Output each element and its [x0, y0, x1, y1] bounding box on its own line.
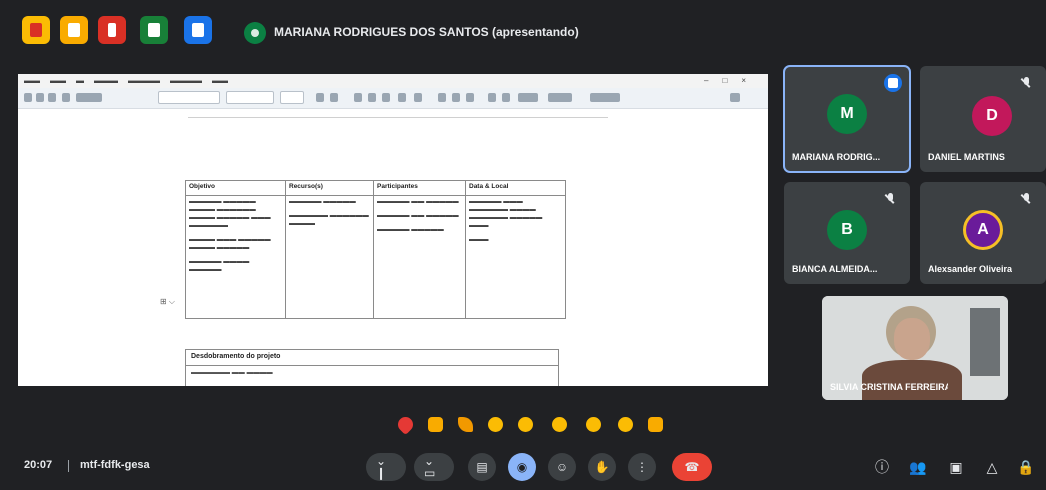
table-cell[interactable]: ▬▬▬▬▬ ▬▬ ▬▬▬▬▬ ▬▬▬▬▬ ▬▬ ▬▬▬▬▬ ▬▬▬▬▬ ▬▬▬▬▬ [373, 195, 466, 319]
thumbs-down-reaction-icon[interactable] [648, 417, 663, 432]
document-table: Objetivo Recurso(s) Participantes Data &… [185, 180, 566, 319]
raise-hand-button[interactable]: ✋ [588, 453, 616, 481]
avatar: A [963, 210, 1003, 250]
participant-name: BIANCA ALMEIDA... [792, 264, 878, 274]
participant-tile[interactable]: M MARIANA RODRIG... [783, 65, 911, 173]
participant-tile[interactable]: D DANIEL MARTINS [920, 66, 1046, 172]
divider [68, 460, 69, 472]
slides-app-icon[interactable] [60, 16, 88, 44]
emoji-icon: ☺ [555, 460, 569, 474]
document-section: Desdobramento do projeto ▬▬▬▬▬▬ ▬▬ ▬▬▬▬ [185, 349, 559, 386]
mic-icon: ⌄ ❙ [376, 454, 387, 480]
thumbs-up-reaction-icon[interactable] [428, 417, 443, 432]
participant-tile[interactable]: B BIANCA ALMEIDA... [784, 182, 910, 284]
participant-name: MARIANA RODRIG... [792, 152, 881, 162]
table-header-row: Objetivo Recurso(s) Participantes Data &… [185, 180, 566, 196]
table-header-cell: Participantes [373, 180, 466, 196]
captions-icon: ▤ [476, 460, 488, 474]
participant-tile[interactable]: A Alexsander Oliveira [920, 182, 1046, 284]
table-cell[interactable]: ▬▬▬▬▬ ▬▬▬▬▬ ▬▬▬▬ ▬▬▬▬▬▬ ▬▬▬▬ ▬▬▬▬▬ ▬▬▬ ▬… [185, 195, 286, 319]
chat-icon[interactable]: ▣ [946, 457, 966, 477]
activities-icon[interactable]: △ [982, 457, 1002, 477]
surprised-reaction-icon[interactable] [552, 417, 567, 432]
participant-name: SILVIA CRISTINA FERREIRA [830, 382, 948, 392]
table-cell[interactable]: ▬▬▬▬▬ ▬▬▬ ▬▬▬▬▬▬ ▬▬▬▬ ▬▬▬▬▬▬ ▬▬▬▬▬ ▬▬▬ ▬▬… [465, 195, 566, 319]
reactions-bar [0, 412, 1046, 438]
camera-button[interactable]: ⌄ ▭ [414, 453, 454, 481]
more-options-button[interactable]: ⋮ [628, 453, 656, 481]
camera-person-body [862, 360, 962, 400]
participant-name: DANIEL MARTINS [928, 152, 1005, 162]
table-header-cell: Objetivo [185, 180, 286, 196]
camera-icon: ⌄ ▭ [424, 454, 436, 480]
avatar: D [972, 96, 1012, 136]
section-body[interactable]: ▬▬▬▬▬▬ ▬▬ ▬▬▬▬ [186, 366, 558, 379]
laughing-reaction-icon[interactable] [518, 417, 533, 432]
document-toolbar [18, 88, 768, 109]
presenter-title: MARIANA RODRIGUES DOS SANTOS (apresentan… [274, 25, 579, 39]
participant-camera-tile[interactable]: SILVIA CRISTINA FERREIRA [822, 296, 1008, 400]
shared-screen: ▬▬ ▬▬ ▬ ▬▬▬ ▬▬▬▬ ▬▬▬▬ ▬▬ –□× ⊞ ⌵ Objetiv… [18, 74, 768, 386]
heart-reaction-icon[interactable] [394, 413, 417, 436]
docs-app-icon[interactable] [184, 16, 212, 44]
hand-icon: ✋ [594, 460, 610, 474]
thinking-reaction-icon[interactable] [618, 417, 633, 432]
file-manager-app-icon[interactable] [22, 16, 50, 44]
camera-window [970, 308, 1000, 376]
top-bar: MARIANA RODRIGUES DOS SANTOS (apresentan… [0, 0, 1046, 62]
document-menu: ▬▬ ▬▬ ▬ ▬▬▬ ▬▬▬▬ ▬▬▬▬ ▬▬ [24, 76, 228, 85]
presenting-icon [244, 22, 266, 44]
party-popper-reaction-icon[interactable] [458, 417, 473, 432]
present-button[interactable]: ◉ [508, 453, 536, 481]
captions-button[interactable]: ▤ [468, 453, 496, 481]
ruler [188, 111, 608, 118]
speaking-indicator-icon [884, 74, 902, 92]
section-heading: Desdobramento do projeto [186, 350, 558, 366]
sad-reaction-icon[interactable] [586, 417, 601, 432]
mic-muted-icon [1020, 192, 1034, 206]
clap-reaction-icon[interactable] [488, 417, 503, 432]
mic-muted-icon [884, 192, 898, 206]
bottom-bar: 20:07 mtf-fdfk-gesa ⌄ ❙ ⌄ ▭ ▤ ◉ ☺ ✋ ⋮ ☎ … [0, 446, 1046, 490]
participant-name: Alexsander Oliveira [928, 264, 1013, 274]
reactions-button[interactable]: ☺ [548, 453, 576, 481]
hang-up-icon: ☎ [684, 460, 700, 474]
sheets-app-icon[interactable] [140, 16, 168, 44]
table-row: ▬▬▬▬▬ ▬▬▬▬▬ ▬▬▬▬ ▬▬▬▬▬▬ ▬▬▬▬ ▬▬▬▬▬ ▬▬▬ ▬… [185, 195, 566, 319]
table-header-cell: Data & Local [465, 180, 566, 196]
document-window-bar: ▬▬ ▬▬ ▬ ▬▬▬ ▬▬▬▬ ▬▬▬▬ ▬▬ –□× [18, 74, 768, 88]
table-header-cell: Recurso(s) [285, 180, 374, 196]
more-vert-icon: ⋮ [636, 460, 648, 474]
mic-muted-icon [1020, 76, 1034, 90]
avatar: M [827, 94, 867, 134]
present-screen-icon: ◉ [516, 460, 528, 474]
people-icon[interactable]: 👥 [908, 457, 928, 477]
row-handle-icon[interactable]: ⊞ ⌵ [160, 297, 175, 307]
meeting-code: mtf-fdfk-gesa [80, 459, 150, 471]
leave-call-button[interactable]: ☎ [672, 453, 712, 481]
info-icon[interactable]: ⓘ [872, 457, 892, 477]
pdf-app-icon[interactable] [98, 16, 126, 44]
host-controls-icon[interactable]: 🔒 [1016, 457, 1036, 477]
mic-button[interactable]: ⌄ ❙ [366, 453, 406, 481]
window-controls[interactable]: –□× [704, 76, 760, 85]
camera-person-face [894, 318, 930, 360]
meeting-time: 20:07 [24, 459, 53, 471]
avatar: B [827, 210, 867, 250]
table-cell[interactable]: ▬▬▬▬▬ ▬▬▬▬▬ ▬▬▬▬▬▬ ▬▬▬▬▬▬ ▬▬▬▬ [285, 195, 374, 319]
